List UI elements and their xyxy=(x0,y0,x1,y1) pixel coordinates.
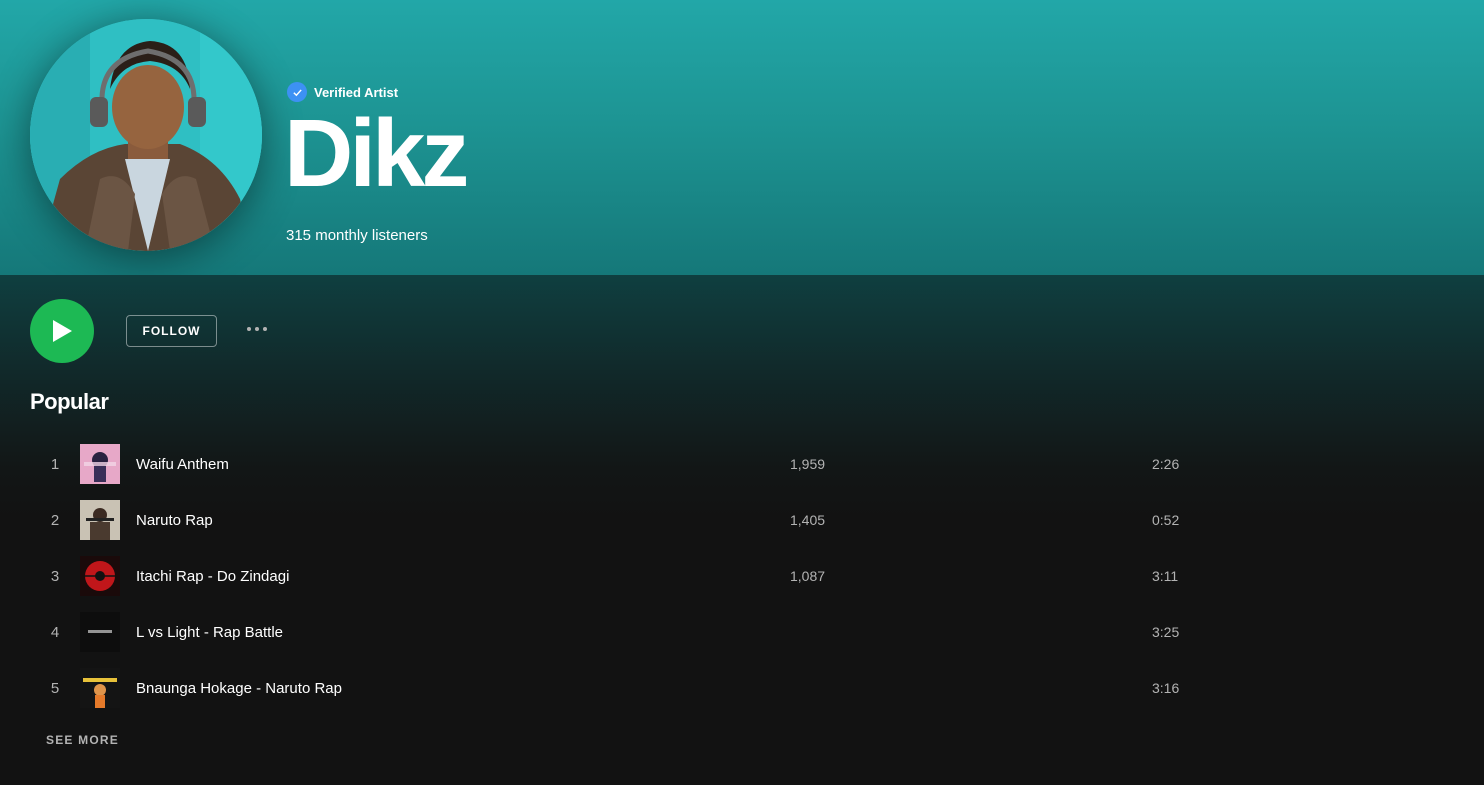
more-options-button[interactable] xyxy=(240,318,274,340)
track-number: 5 xyxy=(50,679,60,697)
play-button[interactable] xyxy=(30,299,94,363)
track-cover xyxy=(80,500,120,540)
track-cover xyxy=(80,612,120,652)
popular-section-title: Popular xyxy=(30,389,109,414)
see-more-button[interactable]: SEE MORE xyxy=(46,733,119,747)
track-number: 2 xyxy=(50,511,60,529)
play-icon xyxy=(53,320,72,342)
track-duration: 2:26 xyxy=(1152,456,1180,472)
track-number: 4 xyxy=(50,623,60,641)
track-number: 3 xyxy=(50,567,60,585)
artist-name: Dikz xyxy=(284,100,469,207)
more-dot-icon xyxy=(247,327,251,331)
track-title[interactable]: Waifu Anthem xyxy=(136,456,776,473)
track-row[interactable]: 3 Itachi Rap - Do Zindagi 1,087 3:11 xyxy=(30,548,1210,604)
artist-avatar xyxy=(30,19,262,251)
track-cover xyxy=(80,444,120,484)
popular-track-list: 1 Waifu Anthem 1,959 2:26 2 Naruto Rap 1… xyxy=(30,436,1210,716)
track-cover xyxy=(80,668,120,708)
track-play-count: 1,959 xyxy=(790,456,826,472)
track-row[interactable]: 4 L vs Light - Rap Battle 3:25 xyxy=(30,604,1210,660)
verified-artist-badge: Verified Artist xyxy=(287,82,398,102)
track-row[interactable]: 5 Bnaunga Hokage - Naruto Rap 3:16 xyxy=(30,660,1210,716)
track-play-count: 1,087 xyxy=(790,568,826,584)
track-duration: 3:16 xyxy=(1152,680,1180,696)
track-title[interactable]: Itachi Rap - Do Zindagi xyxy=(136,568,776,585)
more-dot-icon xyxy=(263,327,267,331)
track-play-count: 1,405 xyxy=(790,512,826,528)
follow-button[interactable]: FOLLOW xyxy=(126,315,217,347)
track-title[interactable]: Bnaunga Hokage - Naruto Rap xyxy=(136,680,776,697)
artist-header: Verified Artist Dikz 315 monthly listene… xyxy=(0,0,1484,275)
track-row[interactable]: 1 Waifu Anthem 1,959 2:26 xyxy=(30,436,1210,492)
monthly-listeners: 315 monthly listeners xyxy=(286,227,428,244)
more-dot-icon xyxy=(255,327,259,331)
track-title[interactable]: L vs Light - Rap Battle xyxy=(136,624,776,641)
track-duration: 3:25 xyxy=(1152,624,1180,640)
track-duration: 0:52 xyxy=(1152,512,1180,528)
verified-label: Verified Artist xyxy=(314,84,399,100)
track-title[interactable]: Naruto Rap xyxy=(136,512,776,529)
track-row[interactable]: 2 Naruto Rap 1,405 0:52 xyxy=(30,492,1210,548)
track-cover xyxy=(80,556,120,596)
track-duration: 3:11 xyxy=(1152,568,1179,584)
artist-photo xyxy=(30,19,262,251)
track-number: 1 xyxy=(50,455,60,473)
verified-check-icon xyxy=(287,82,307,102)
